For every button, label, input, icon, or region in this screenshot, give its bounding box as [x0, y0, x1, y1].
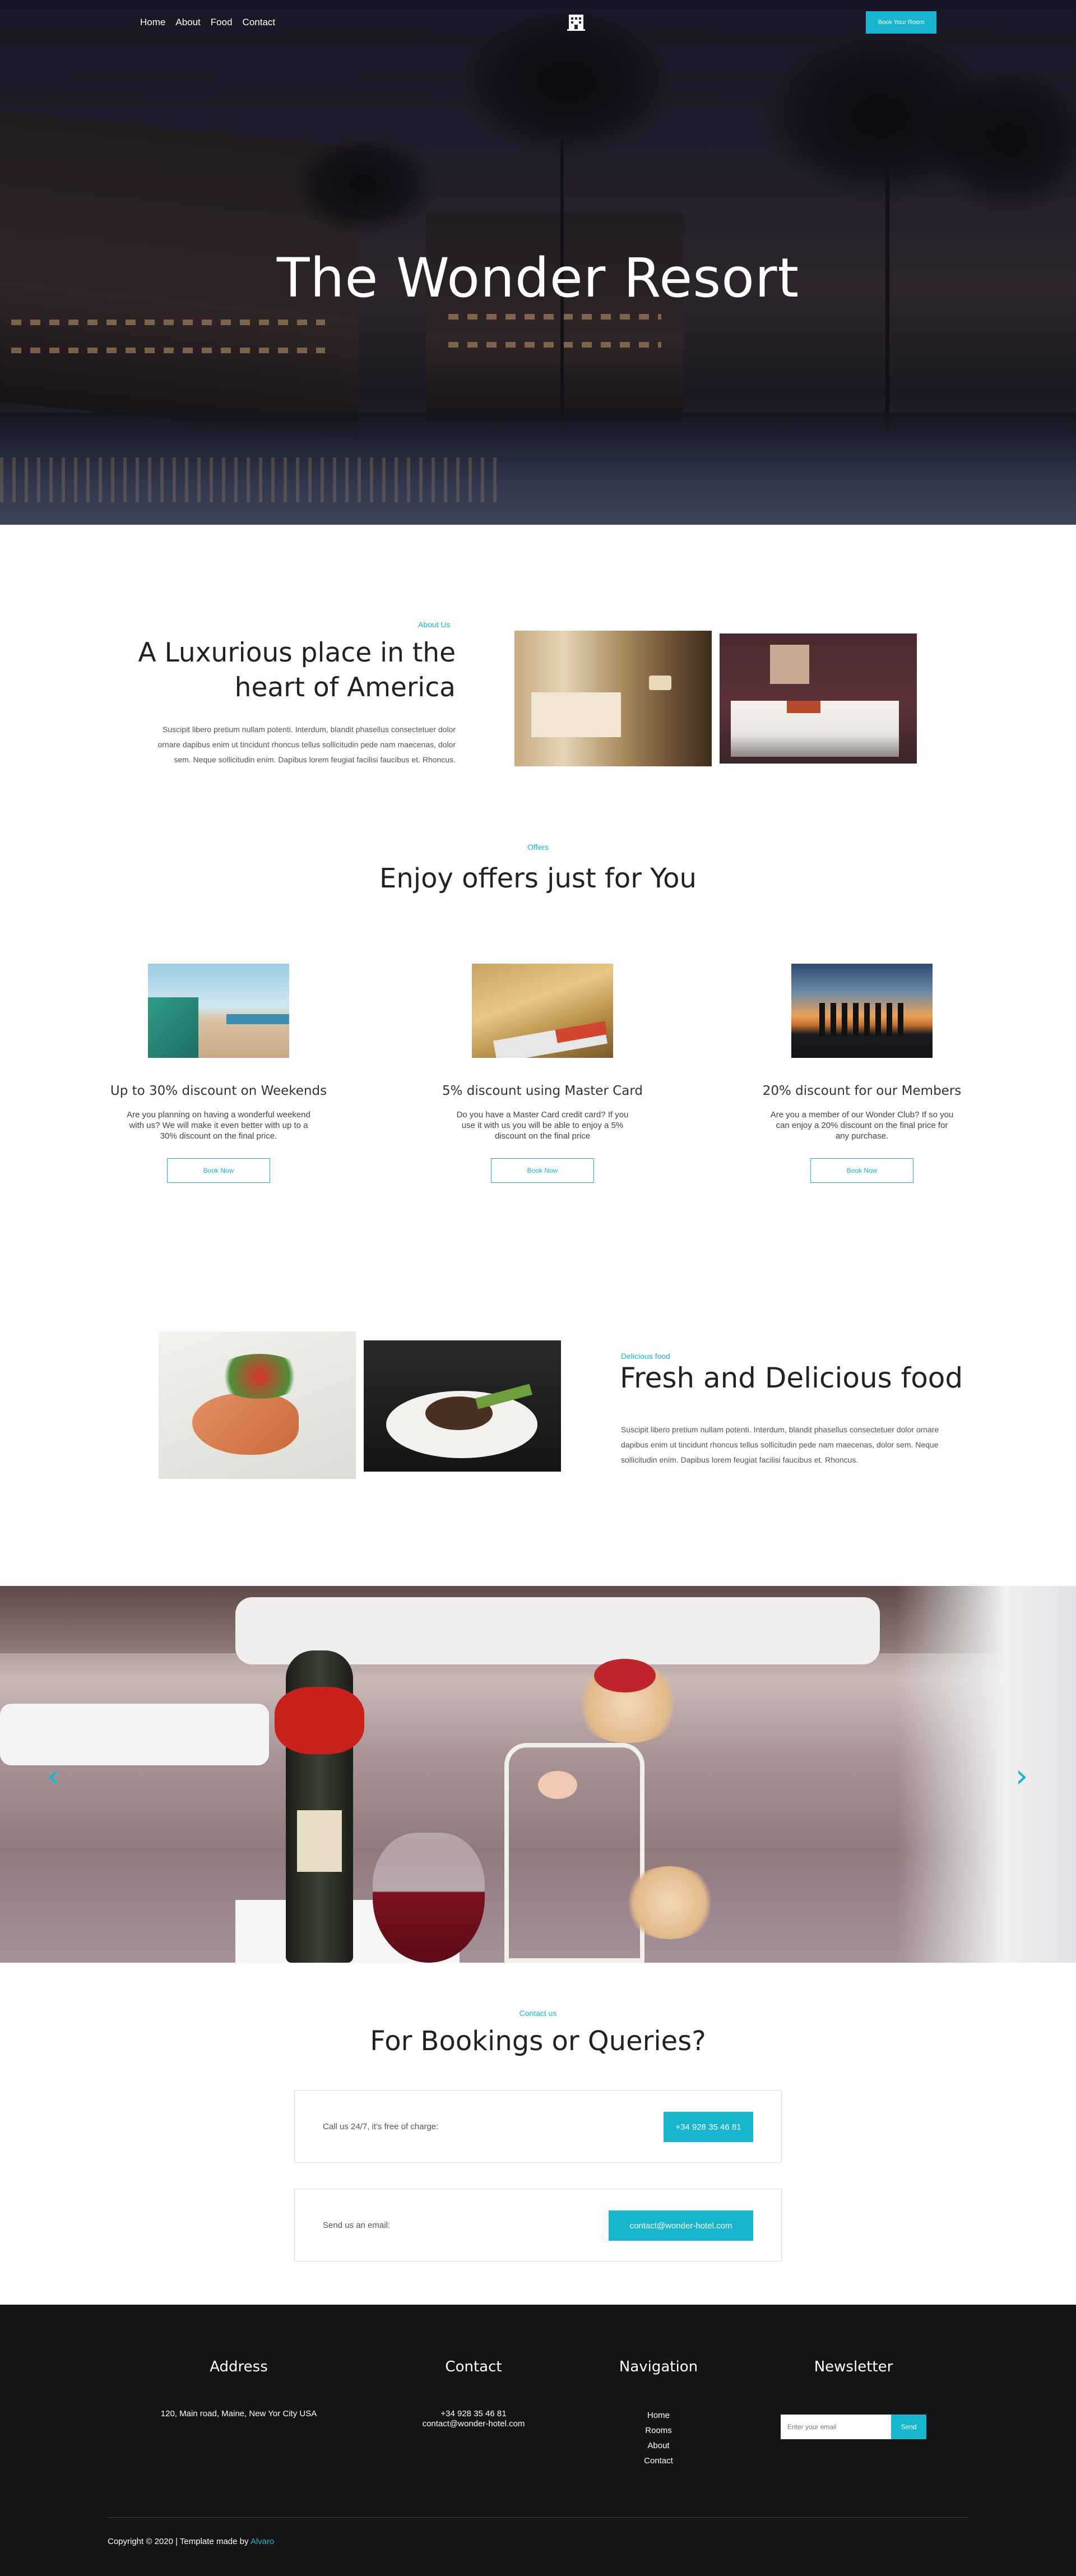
offer-photo-group-sunset [791, 964, 933, 1058]
copyright-text: Copyright © 2020 | Template made by [108, 2537, 251, 2546]
newsletter-email-input[interactable] [781, 2415, 891, 2439]
hotel-building-icon[interactable] [566, 12, 586, 33]
book-now-button[interactable]: Book Now [491, 1158, 594, 1183]
offer-title: Up to 30% discount on Weekends [110, 1084, 327, 1098]
footer-contact-title: Contact [445, 2358, 502, 2375]
book-now-button[interactable]: Book Now [810, 1158, 913, 1183]
hero-title: The Wonder Resort [276, 247, 800, 309]
phone-button[interactable]: +34 928 35 46 81 [664, 2112, 753, 2142]
offer-photo-car [148, 997, 198, 1058]
offer-photo-credit-cards [472, 964, 613, 1058]
main-nav: Home About Food Contact Book Your Room [0, 0, 1076, 45]
offer-photo-sea [226, 1014, 289, 1024]
footer-nav-link-about[interactable]: About [574, 2438, 743, 2453]
nav-link-contact[interactable]: Contact [243, 17, 276, 28]
offers-title: Enjoy offers just for You [379, 863, 697, 894]
footer-nav-link-contact[interactable]: Contact [574, 2453, 743, 2468]
chevron-right-icon[interactable]: › [1010, 1760, 1033, 1793]
about-title: A Luxurious place in the heart of Americ… [138, 637, 456, 703]
image-slider: ‹ › [0, 1586, 1076, 1963]
hero-section: Home About Food Contact Book Your Room T… [0, 0, 1076, 525]
slider-photo-wine-glass [373, 1833, 485, 1963]
newsletter-send-button[interactable]: Send [891, 2415, 926, 2439]
offer-text: Are you planning on having a wonderful w… [127, 1110, 310, 1141]
footer-newsletter-title: Newsletter [814, 2358, 893, 2375]
offer-card: 5% discount using Master Card Do you hav… [433, 964, 652, 1183]
food-photo-fish [192, 1393, 299, 1455]
contact-title: For Bookings or Queries? [370, 2025, 706, 2057]
phone-label: Call us 24/7, it's free of charge: [323, 2122, 439, 2131]
offer-text: Are you a member of our Wonder Club? If … [770, 1110, 954, 1141]
food-photo-salmon [159, 1331, 356, 1479]
food-section: Delicious food Fresh and Delicious food … [0, 1279, 1076, 1586]
footer-contact-email: contact@wonder-hotel.com [422, 2419, 525, 2429]
slider-photo-ribbon [275, 1687, 364, 1754]
about-eyebrow: About Us [418, 620, 451, 629]
footer-address-title: Address [210, 2358, 268, 2375]
contact-eyebrow: Contact us [519, 2009, 557, 2018]
offer-photo-people [819, 1003, 903, 1037]
room-photo-pillow [787, 701, 820, 713]
email-box: Send us an email: contact@wonder-hotel.c… [294, 2189, 782, 2261]
food-title: Fresh and Delicious food [620, 1362, 963, 1394]
offers-eyebrow: Offers [527, 843, 549, 852]
book-room-button[interactable]: Book Your Room [866, 11, 936, 34]
footer-newsletter: Newsletter [769, 2358, 938, 2375]
footer: Address 120, Main road, Maine, New Yor C… [0, 2305, 1076, 2576]
slider-photo-berries [594, 1659, 656, 1692]
footer-nav-link-rooms[interactable]: Rooms [574, 2423, 743, 2438]
room-photo-hand [649, 676, 671, 690]
slider-photo-label [297, 1810, 342, 1872]
nav-link-food[interactable]: Food [211, 17, 233, 28]
food-photo-salad [215, 1354, 304, 1399]
slider-photo-towels [0, 1704, 269, 1765]
slider-photo-cake [622, 1866, 717, 1939]
footer-navigation: Navigation Home Rooms About Contact [574, 2358, 743, 2468]
offer-card: Up to 30% discount on Weekends Are you p… [109, 964, 328, 1183]
chevron-left-icon[interactable]: ‹ [42, 1760, 64, 1793]
about-section: About Us A Luxurious place in the heart … [0, 525, 1076, 830]
footer-contact-phone: +34 928 35 46 81 [440, 2409, 507, 2418]
room-photo-art [770, 645, 809, 684]
footer-divider [108, 2517, 968, 2518]
contact-section: Contact us For Bookings or Queries? Call… [0, 1963, 1076, 2305]
footer-nav-link-home[interactable]: Home [574, 2408, 743, 2423]
offer-card: 20% discount for our Members Are you a m… [753, 964, 971, 1183]
offer-title: 20% discount for our Members [762, 1084, 962, 1098]
phone-box: Call us 24/7, it's free of charge: +34 9… [294, 2090, 782, 2163]
food-eyebrow: Delicious food [621, 1352, 670, 1361]
room-photo-bed [531, 692, 621, 737]
offers-section: Offers Enjoy offers just for You Up to 3… [0, 830, 1076, 1279]
email-label: Send us an email: [323, 2221, 391, 2230]
footer-address-text: 120, Main road, Maine, New Yor City USA [160, 2409, 317, 2418]
footer-address: Address 120, Main road, Maine, New Yor C… [127, 2358, 351, 2420]
footer-contact: Contact +34 928 35 46 81 contact@wonder-… [361, 2358, 586, 2428]
footer-nav-title: Navigation [619, 2358, 698, 2375]
nav-link-about[interactable]: About [175, 17, 200, 28]
food-text: Suscipit libero pretium nullam potenti. … [621, 1425, 939, 1464]
room-photo-door [514, 631, 712, 766]
copyright: Copyright © 2020 | Template made by Alva… [108, 2537, 274, 2546]
room-photo-bedroom [720, 633, 917, 764]
slider-photo-curtain [897, 1586, 1076, 1963]
food-photo-steak [364, 1340, 561, 1472]
offer-title: 5% discount using Master Card [442, 1084, 643, 1098]
email-button[interactable]: contact@wonder-hotel.com [609, 2210, 753, 2241]
offer-photo-beach [148, 964, 289, 1058]
nav-links: Home About Food Contact [140, 17, 275, 28]
book-now-button[interactable]: Book Now [167, 1158, 270, 1183]
nav-link-home[interactable]: Home [140, 17, 165, 28]
offer-text: Do you have a Master Card credit card? I… [456, 1110, 629, 1141]
about-text: Suscipit libero pretium nullam potenti. … [157, 725, 456, 764]
slider-photo-macaron [538, 1771, 577, 1799]
author-link[interactable]: Alvaro [251, 2537, 275, 2546]
slider-photo-stand [504, 1743, 644, 1963]
